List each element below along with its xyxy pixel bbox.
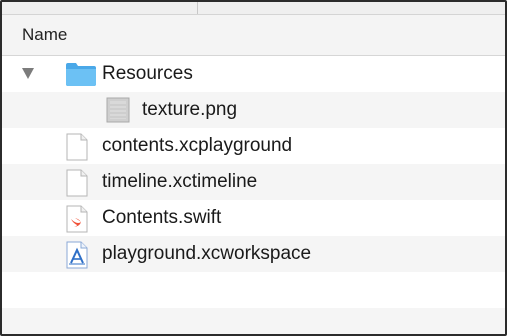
list-item-contents-swift[interactable]: Contents.swift <box>2 200 505 236</box>
column-divider[interactable] <box>197 2 198 14</box>
list-item-label: texture.png <box>142 99 238 120</box>
folder-icon <box>65 61 97 93</box>
list-item-label: timeline.xctimeline <box>102 171 258 192</box>
list-item-label: Contents.swift <box>102 207 222 228</box>
swift-file-icon <box>65 205 89 239</box>
list-item-label: Resources <box>102 63 193 84</box>
name-column-label: Name <box>22 25 68 44</box>
finder-list-window: Name Resources texture.png contents.xcpl… <box>0 0 507 336</box>
list-item-label: contents.xcplayground <box>102 135 293 156</box>
name-column-header[interactable]: Name <box>2 15 505 56</box>
xcworkspace-icon <box>65 241 89 275</box>
empty-row <box>2 308 505 334</box>
disclosure-triangle-icon[interactable] <box>22 68 34 79</box>
list-item-resources[interactable]: Resources <box>2 56 505 92</box>
list-item-playground-xcworkspace[interactable]: playground.xcworkspace <box>2 236 505 272</box>
document-icon <box>65 169 89 203</box>
column-top-bar <box>2 2 505 15</box>
list-item-contents-xcplayground[interactable]: contents.xcplayground <box>2 128 505 164</box>
list-item-timeline-xctimeline[interactable]: timeline.xctimeline <box>2 164 505 200</box>
list-item-texture-png[interactable]: texture.png <box>2 92 505 128</box>
list-item-label: playground.xcworkspace <box>102 243 312 264</box>
empty-row <box>2 272 505 308</box>
file-list: Resources texture.png contents.xcplaygro… <box>2 56 505 334</box>
document-icon <box>65 133 89 167</box>
image-file-icon <box>106 97 130 129</box>
